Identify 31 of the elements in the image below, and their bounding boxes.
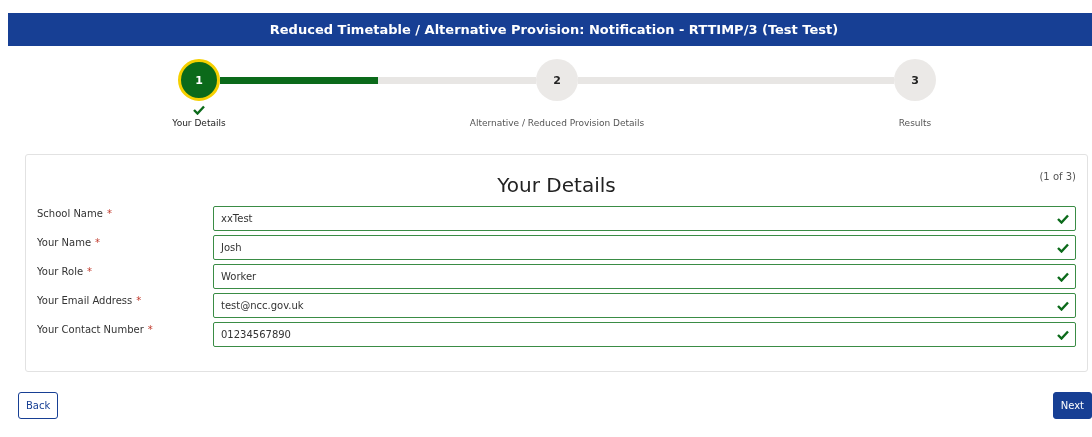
step-circle[interactable]: 1 xyxy=(178,59,220,101)
field-label: Your Name xyxy=(37,237,92,248)
field-label: School Name xyxy=(37,208,103,219)
step-label: Your Details xyxy=(172,118,226,128)
input-field[interactable]: 01234567890 xyxy=(213,322,1076,347)
check-icon xyxy=(1057,213,1069,224)
required-mark: * xyxy=(147,324,153,335)
step-circle[interactable]: 2 xyxy=(536,59,578,101)
field-label: Your Contact Number xyxy=(37,324,144,335)
input-field[interactable]: Josh xyxy=(213,235,1076,260)
required-mark: * xyxy=(87,266,93,277)
check-icon xyxy=(1057,300,1069,311)
page-title: Reduced Timetable / Alternative Provision: Notification - RTTIMP/3 (Test Test) xyxy=(269,22,839,37)
step-label: Results xyxy=(898,118,932,128)
input-field[interactable]: Worker xyxy=(213,264,1076,289)
page-count: (1 of 3) xyxy=(1039,171,1076,182)
step-label: Alternative / Reduced Provision Details xyxy=(469,118,645,128)
input-field[interactable]: test@ncc.gov.uk xyxy=(213,293,1076,318)
required-mark: * xyxy=(136,295,142,306)
check-icon xyxy=(1057,271,1069,282)
step-circle[interactable]: 3 xyxy=(894,59,936,101)
next-button[interactable]: Next xyxy=(1052,392,1092,419)
required-mark: * xyxy=(106,208,112,219)
field-label: Your Role xyxy=(37,266,84,277)
field-label: Your Email Address xyxy=(37,295,133,306)
check-icon xyxy=(1057,242,1069,253)
back-button[interactable]: Back xyxy=(18,392,59,419)
check-icon xyxy=(1057,329,1069,340)
form-title: Your Details xyxy=(497,172,616,197)
required-mark: * xyxy=(95,237,101,248)
input-field[interactable]: xxTest xyxy=(213,206,1076,231)
